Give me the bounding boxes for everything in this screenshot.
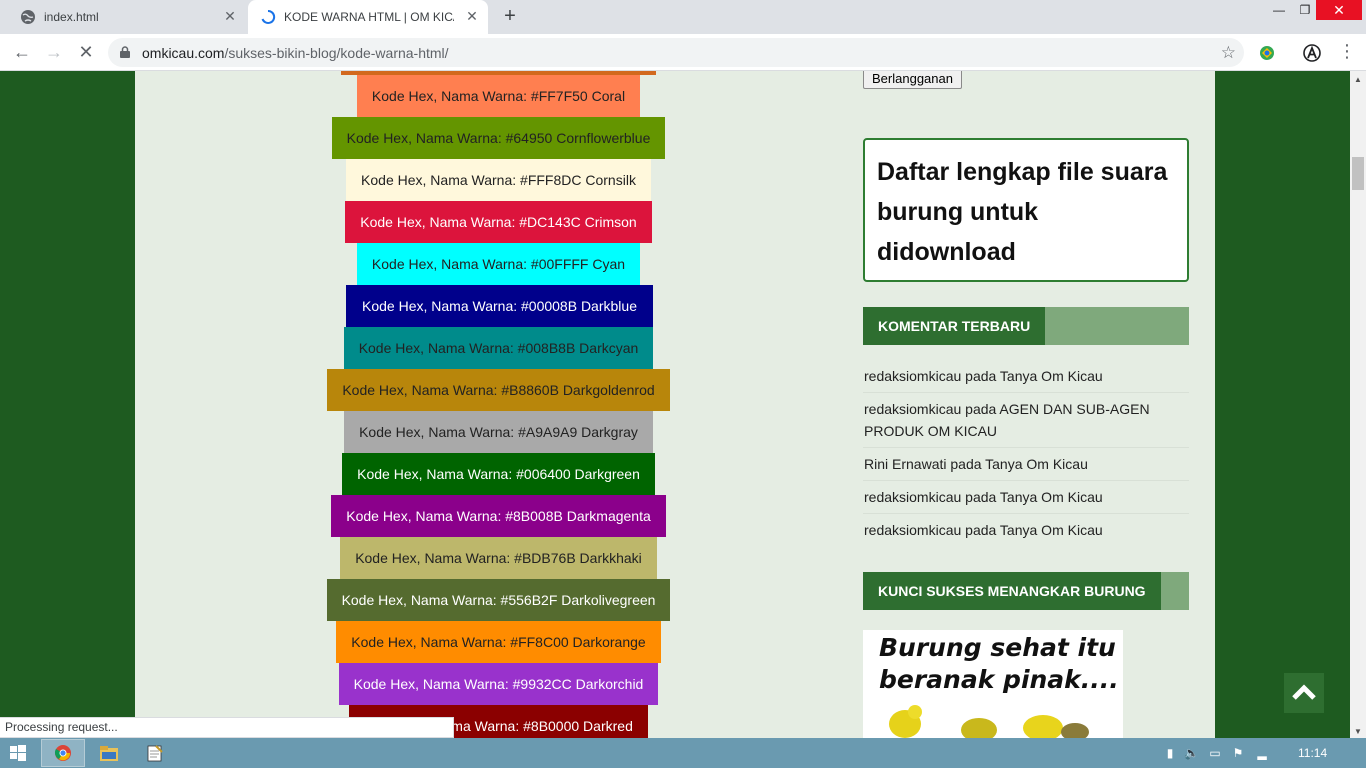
- back-to-top-button[interactable]: [1284, 673, 1324, 713]
- color-row: Kode Hex, Nama Warna: #8B008B Darkmagent…: [331, 495, 666, 537]
- color-row: Kode Hex, Nama Warna: #FF7F50 Coral: [357, 75, 640, 117]
- color-row: Kode Hex, Nama Warna: #006400 Darkgreen: [342, 453, 655, 495]
- close-tab-icon[interactable]: ✕: [464, 8, 480, 24]
- taskbar-chrome[interactable]: [41, 739, 85, 767]
- scroll-down-icon[interactable]: ▼: [1354, 727, 1362, 736]
- network-error-icon[interactable]: ⚑: [1231, 746, 1245, 760]
- color-row: Kode Hex, Nama Warna: #9932CC Darkorchid: [339, 663, 658, 705]
- windows-start-icon[interactable]: [10, 745, 26, 761]
- chevron-up-icon: [1292, 684, 1316, 700]
- url-text: omkicau.com/sukses-bikin-blog/kode-warna…: [142, 45, 449, 61]
- image-caption: Burung sehat itu beranak pinak....: [879, 632, 1119, 696]
- color-row: Kode Hex, Nama Warna: #008B8B Darkcyan: [344, 327, 653, 369]
- globe-icon: [21, 10, 35, 24]
- comment-item[interactable]: redaksiomkicau pada Tanya Om Kicau: [863, 514, 1189, 546]
- tab-strip: index.html ✕ KODE WARNA HTML | OM KICAU …: [0, 0, 1366, 34]
- tab-title: KODE WARNA HTML | OM KICAU: [284, 10, 454, 24]
- tips-section-header: KUNCI SUKSES MENANGKAR BURUNG: [863, 572, 1189, 610]
- canary-birds-illustration: [889, 705, 1089, 738]
- page-scrollbar[interactable]: ▲ ▼: [1350, 71, 1366, 738]
- color-row: Kode Hex, Nama Warna: #A9A9A9 Darkgray: [344, 411, 653, 453]
- url-host: omkicau.com: [142, 45, 225, 61]
- comment-item[interactable]: redaksiomkicau pada Tanya Om Kicau: [863, 360, 1189, 393]
- tab-kode-warna[interactable]: KODE WARNA HTML | OM KICAU ✕: [248, 0, 488, 34]
- color-row: Kode Hex, Nama Warna: #64950 Cornflowerb…: [332, 117, 665, 159]
- tab-title: index.html: [44, 10, 99, 24]
- color-row: Kode Hex, Nama Warna: #DC143C Crimson: [345, 201, 652, 243]
- comments-section-header: KOMENTAR TERBARU: [863, 307, 1189, 345]
- image-caption-line: beranak pinak....: [879, 665, 1119, 694]
- tab-index[interactable]: index.html ✕: [8, 0, 246, 34]
- address-bar[interactable]: omkicau.com/sukses-bikin-blog/kode-warna…: [108, 38, 1244, 67]
- breeding-promo-image[interactable]: Burung sehat itu beranak pinak....: [863, 630, 1123, 738]
- comment-item[interactable]: Rini Ernawati pada Tanya Om Kicau: [863, 448, 1189, 481]
- status-bubble: Processing request...: [0, 717, 454, 738]
- extension-icon[interactable]: [1258, 44, 1276, 62]
- notepad-icon: [147, 745, 163, 762]
- color-row: Kode Hex, Nama Warna: #BDB76B Darkkhaki: [340, 537, 657, 579]
- scroll-up-icon[interactable]: ▲: [1354, 75, 1362, 84]
- section-title: KUNCI SUKSES MENANGKAR BURUNG: [863, 572, 1161, 610]
- profile-icon[interactable]: [1303, 44, 1321, 62]
- comment-item[interactable]: redaksiomkicau pada Tanya Om Kicau: [863, 481, 1189, 514]
- back-arrow-icon[interactable]: ←: [10, 40, 34, 64]
- loading-spinner-icon: [261, 9, 276, 24]
- color-list: Kode Hex, Nama Warna: #FF7F50 Coral Kode …: [135, 71, 835, 738]
- color-row: Kode Hex, Nama Warna: #00008B Darkblue: [346, 285, 653, 327]
- battery-icon[interactable]: ▮: [1163, 746, 1177, 760]
- new-tab-button[interactable]: +: [498, 5, 522, 29]
- promo-text: Daftar lengkap file suara burung untuk d…: [877, 158, 1168, 266]
- lock-icon: [120, 46, 130, 58]
- menu-dots-icon[interactable]: ⋮: [1338, 42, 1356, 62]
- sound-files-promo[interactable]: Daftar lengkap file suara burung untuk d…: [863, 138, 1189, 282]
- browser-toolbar: ← → ✕ omkicau.com/sukses-bikin-blog/kode…: [0, 34, 1366, 71]
- page-viewport: Kode Hex, Nama Warna: #FF7F50 Coral Kode …: [0, 71, 1350, 738]
- bookmark-star-icon[interactable]: ☆: [1221, 43, 1236, 63]
- page-content: Kode Hex, Nama Warna: #FF7F50 Coral Kode …: [135, 71, 1215, 738]
- color-row: Kode Hex, Nama Warna: #FFF8DC Cornsilk: [346, 159, 651, 201]
- image-caption-line: Burung sehat itu: [879, 633, 1116, 662]
- display-icon[interactable]: ▭: [1208, 746, 1222, 760]
- folder-icon: [100, 746, 118, 761]
- stop-loading-icon[interactable]: ✕: [74, 40, 98, 64]
- color-row: Kode Hex, Nama Warna: #FF8C00 Darkorange: [336, 621, 661, 663]
- section-title: KOMENTAR TERBARU: [863, 307, 1046, 345]
- close-window-icon[interactable]: ✕: [1316, 0, 1362, 20]
- signal-icon[interactable]: ▂: [1255, 746, 1269, 760]
- volume-icon[interactable]: 🔈: [1184, 746, 1199, 760]
- taskbar: ▮ 🔈 ▭ ⚑ ▂ 11:14: [0, 738, 1366, 768]
- color-row: Kode Hex, Nama Warna: #00FFFF Cyan: [357, 243, 640, 285]
- taskbar-file-explorer[interactable]: [87, 739, 131, 767]
- comment-item[interactable]: redaksiomkicau pada AGEN DAN SUB-AGEN PR…: [863, 393, 1189, 448]
- color-row: Kode Hex, Nama Warna: #556B2F Darkoliveg…: [327, 579, 670, 621]
- color-row: Kode Hex, Nama Warna: #B8860B Darkgolden…: [327, 369, 670, 411]
- subscribe-button[interactable]: Berlangganan: [863, 71, 962, 89]
- scroll-thumb[interactable]: [1352, 157, 1364, 190]
- forward-arrow-icon[interactable]: →: [42, 40, 66, 64]
- chrome-icon: [54, 745, 71, 761]
- recent-comments-list: redaksiomkicau pada Tanya Om Kicau redak…: [863, 360, 1189, 546]
- url-path: /sukses-bikin-blog/kode-warna-html/: [224, 45, 449, 61]
- close-tab-icon[interactable]: ✕: [222, 8, 238, 24]
- taskbar-notepad[interactable]: [133, 739, 177, 767]
- clock: 11:14: [1298, 746, 1328, 760]
